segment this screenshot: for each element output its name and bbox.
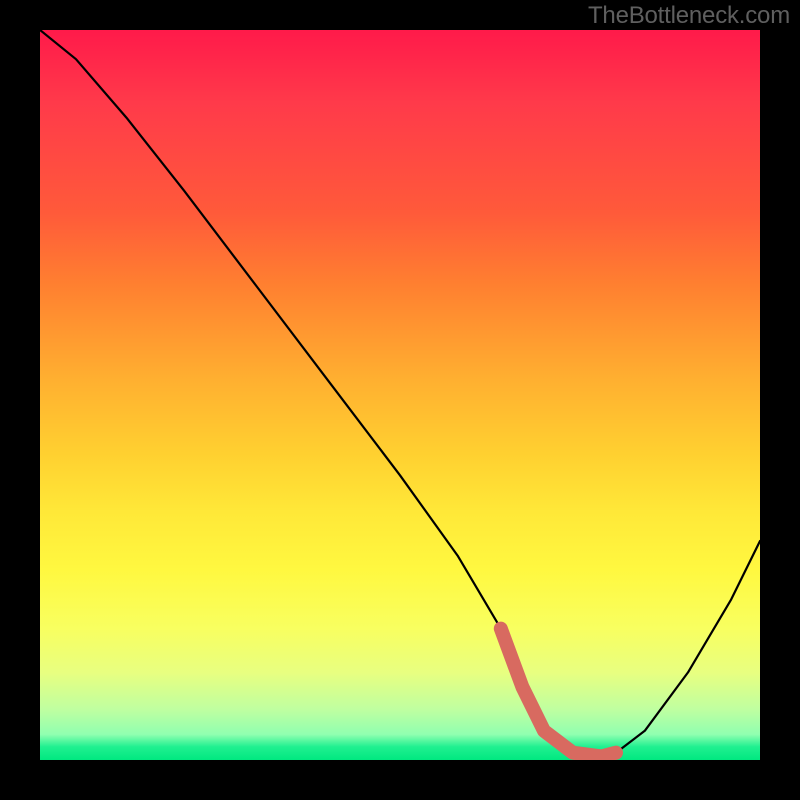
optimal-range-highlight bbox=[501, 629, 616, 757]
plot-area bbox=[40, 30, 760, 760]
bottleneck-curve bbox=[40, 30, 760, 756]
chart-frame: TheBottleneck.com bbox=[0, 0, 800, 800]
curve-overlay bbox=[40, 30, 760, 760]
watermark-text: TheBottleneck.com bbox=[588, 2, 790, 30]
